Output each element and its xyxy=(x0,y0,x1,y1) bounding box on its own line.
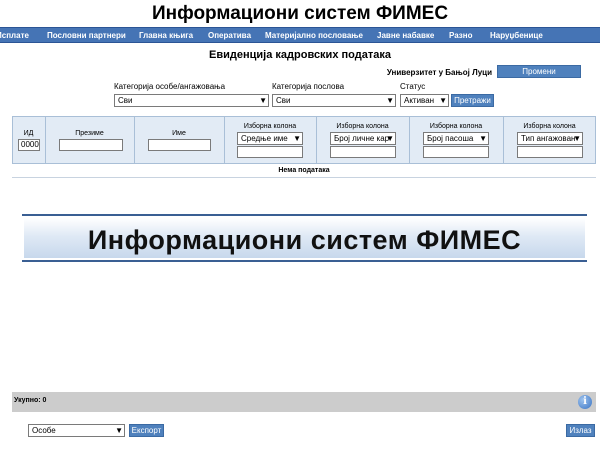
chevron-down-icon: ▼ xyxy=(259,96,267,105)
chevron-down-icon: ▼ xyxy=(573,134,581,143)
chevron-down-icon: ▼ xyxy=(479,134,487,143)
custom-column-input-2[interactable] xyxy=(330,146,396,158)
custom-column-input-3[interactable] xyxy=(423,146,489,158)
exit-button[interactable]: Излаз xyxy=(566,424,595,437)
chevron-down-icon: ▼ xyxy=(386,134,394,143)
person-category-select[interactable]: Сви ▼ xyxy=(114,94,269,107)
menu-item-partners[interactable]: Пословни партнери xyxy=(47,28,126,43)
menu-item-procurement[interactable]: Јавне набавке xyxy=(377,28,434,43)
banner-title: Информациони систем ФИМЕС xyxy=(87,225,522,255)
chevron-down-icon: ▼ xyxy=(439,96,447,105)
column-label-custom3: Изборна колона xyxy=(429,123,483,130)
chevron-down-icon: ▼ xyxy=(386,96,394,105)
column-divider xyxy=(45,116,46,164)
column-label-custom1: Изборна колона xyxy=(243,123,297,130)
change-organization-button[interactable]: Промени xyxy=(497,65,581,78)
custom-column-select-3[interactable]: Број пасоша ▼ xyxy=(423,132,489,145)
custom-column-select-1[interactable]: Средње име ▼ xyxy=(237,132,303,145)
column-label-name: Име xyxy=(172,130,186,137)
column-label-custom2: Изборна колона xyxy=(336,123,389,130)
id-filter-input[interactable]: 0000 xyxy=(18,139,40,151)
empty-table-message: Нема података xyxy=(12,164,596,178)
column-label-surname: Презиме xyxy=(75,130,104,137)
footer-bar xyxy=(12,392,596,412)
person-category-label: Категорија особе/ангажовања xyxy=(114,82,226,91)
system-banner: Информациони систем ФИМЕС xyxy=(22,214,587,262)
menu-item-orders[interactable]: Наруџбенице xyxy=(490,28,543,43)
chevron-down-icon: ▼ xyxy=(293,134,301,143)
column-divider xyxy=(134,116,135,164)
status-select[interactable]: Активан ▼ xyxy=(400,94,449,107)
surname-filter-input[interactable] xyxy=(59,139,123,151)
menu-item-payments[interactable]: Исплате xyxy=(0,28,29,43)
menu-item-misc[interactable]: Разно xyxy=(449,28,472,43)
menu-item-operations[interactable]: Оперативa xyxy=(208,28,251,43)
export-button[interactable]: Експорт xyxy=(129,424,164,437)
name-filter-input[interactable] xyxy=(148,139,211,151)
info-icon[interactable]: i xyxy=(578,395,592,409)
chevron-down-icon: ▼ xyxy=(115,426,123,435)
menu-item-general-ledger[interactable]: Главна књига xyxy=(139,28,193,43)
job-category-select[interactable]: Сви ▼ xyxy=(272,94,396,107)
column-label-id: ИД xyxy=(23,130,34,137)
menu-item-materials[interactable]: Материјално пословање xyxy=(265,28,363,43)
main-menu: Исплате Пословни партнери Главна књига О… xyxy=(0,27,600,43)
custom-column-input-1[interactable] xyxy=(237,146,303,158)
banner-background: Информациони систем ФИМЕС xyxy=(24,218,585,258)
app-title: Информациони систем ФИМЕС xyxy=(151,3,449,24)
status-label: Статус xyxy=(400,82,426,91)
search-button[interactable]: Претражи xyxy=(451,94,494,107)
export-type-select[interactable]: Особе ▼ xyxy=(28,424,125,437)
organization-name: Универзитет у Бањој Луци xyxy=(386,68,492,77)
custom-column-input-4[interactable] xyxy=(517,146,583,158)
custom-column-select-2[interactable]: Број личне кар ▼ xyxy=(330,132,396,145)
page-title: Евиденција кадровских података xyxy=(209,49,391,61)
job-category-label: Категорија послова xyxy=(272,82,345,91)
column-label-custom4: Изборна колона xyxy=(523,123,576,130)
total-count: Укупно: 0 xyxy=(14,397,47,404)
custom-column-select-4[interactable]: Тип ангажован ▼ xyxy=(517,132,583,145)
